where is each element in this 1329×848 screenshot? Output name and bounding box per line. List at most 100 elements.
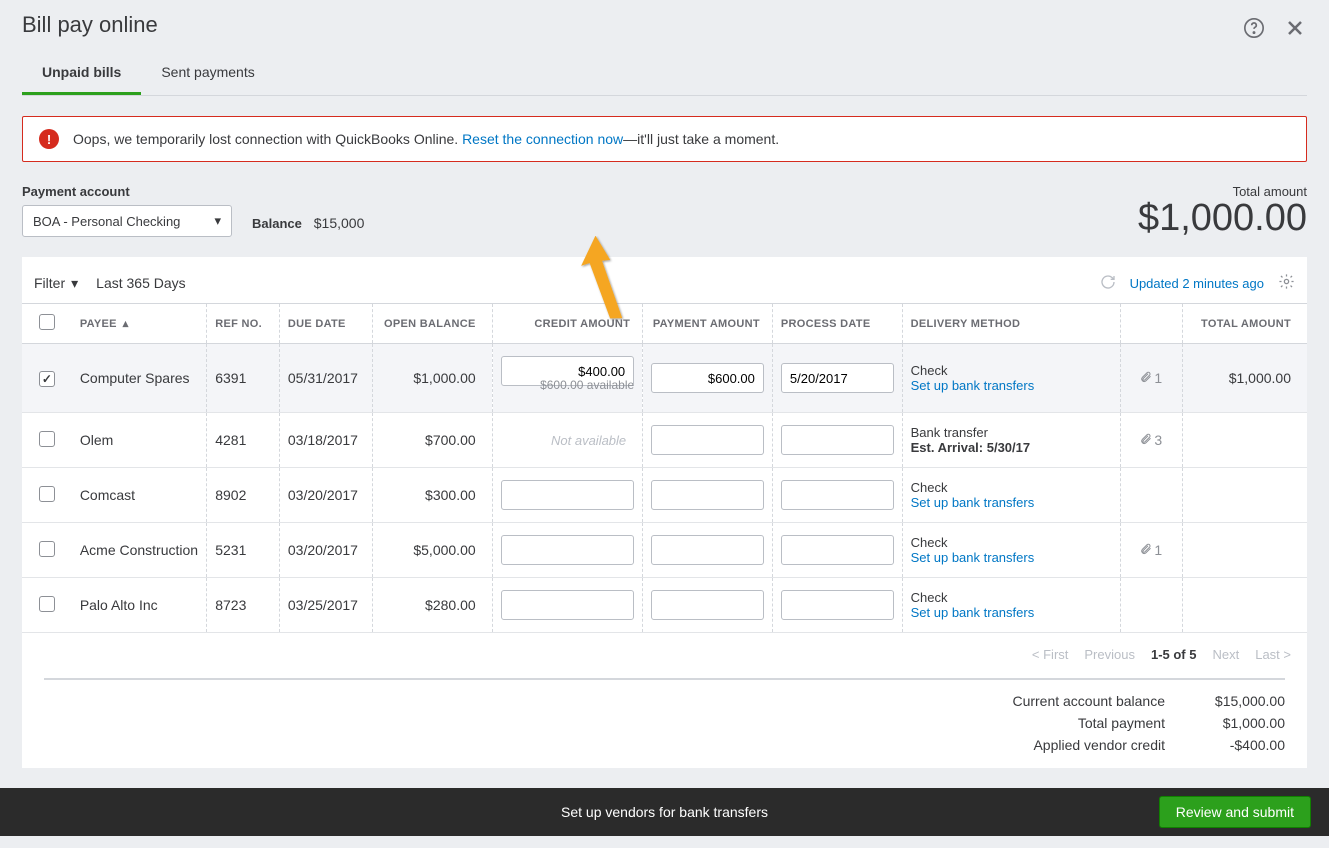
summary-payment-value: $1,000.00 (1195, 715, 1285, 731)
total-amount-cell: $1,000.00 (1182, 344, 1307, 413)
column-due-date[interactable]: DUE DATE (279, 304, 372, 344)
page-title: Bill pay online (22, 12, 1307, 38)
delivery-method-text: Bank transfer (911, 425, 1112, 440)
payment-amount-input[interactable] (651, 425, 764, 455)
gear-icon[interactable] (1278, 273, 1295, 293)
row-checkbox[interactable] (39, 431, 55, 447)
summary-credit-label: Applied vendor credit (1033, 737, 1165, 753)
setup-bank-transfers-link[interactable]: Set up bank transfers (911, 605, 1112, 620)
delivery-method-text: Check (911, 535, 1112, 550)
summary-balance-label: Current account balance (1012, 693, 1165, 709)
ref-cell: 4281 (207, 413, 280, 468)
setup-bank-transfers-link[interactable]: Set up bank transfers (911, 495, 1112, 510)
page-first[interactable]: < First (1032, 647, 1068, 662)
select-all-checkbox[interactable] (39, 314, 55, 330)
tab-unpaid-bills[interactable]: Unpaid bills (22, 54, 141, 95)
credit-amount-input[interactable] (501, 590, 635, 620)
attachment-indicator[interactable]: 1 (1140, 370, 1162, 387)
column-payment-amount[interactable]: PAYMENT AMOUNT (643, 304, 773, 344)
footer: Set up vendors for bank transfers Review… (0, 788, 1329, 836)
payee-cell: Comcast (72, 468, 207, 523)
due-date-cell: 03/20/2017 (279, 468, 372, 523)
open-balance-cell: $300.00 (373, 468, 492, 523)
payee-cell: Olem (72, 413, 207, 468)
table-row: Computer Spares639105/31/2017$1,000.00$6… (22, 344, 1307, 413)
summary-payment-label: Total payment (1078, 715, 1165, 731)
delivery-method-text: Check (911, 363, 1112, 378)
row-checkbox[interactable] (39, 486, 55, 502)
payee-cell: Palo Alto Inc (72, 578, 207, 633)
row-checkbox[interactable] (39, 541, 55, 557)
payment-amount-input[interactable] (651, 590, 764, 620)
tab-sent-payments[interactable]: Sent payments (141, 54, 274, 95)
filter-button[interactable]: Filter ▾ (34, 275, 78, 292)
refresh-icon[interactable] (1100, 274, 1116, 293)
help-icon[interactable] (1243, 17, 1265, 42)
credit-available: $600.00 available (540, 378, 634, 392)
alert-icon: ! (39, 129, 59, 149)
attachment-indicator[interactable]: 3 (1140, 432, 1162, 449)
review-submit-button[interactable]: Review and submit (1159, 796, 1311, 828)
page-range: 1-5 of 5 (1151, 647, 1197, 662)
payment-account-select[interactable]: BOA - Personal Checking ▾ (22, 205, 232, 237)
process-date-input[interactable] (781, 590, 894, 620)
paperclip-icon (1140, 542, 1152, 559)
summary-credit-value: -$400.00 (1195, 737, 1285, 753)
bills-table: PAYEE▴ REF NO. DUE DATE OPEN BALANCE CRE… (22, 303, 1307, 633)
open-balance-cell: $700.00 (373, 413, 492, 468)
payee-cell: Computer Spares (72, 344, 207, 413)
reset-connection-link[interactable]: Reset the connection now (462, 131, 623, 147)
filter-range: Last 365 Days (96, 275, 186, 291)
table-row: Acme Construction523103/20/2017$5,000.00… (22, 523, 1307, 578)
sort-asc-icon: ▴ (123, 317, 129, 330)
open-balance-cell: $280.00 (373, 578, 492, 633)
column-total-amount[interactable]: TOTAL AMOUNT (1182, 304, 1307, 344)
payee-cell: Acme Construction (72, 523, 207, 578)
alert-text: Oops, we temporarily lost connection wit… (73, 131, 779, 147)
due-date-cell: 03/18/2017 (279, 413, 372, 468)
row-checkbox[interactable] (39, 371, 55, 387)
page-next[interactable]: Next (1212, 647, 1239, 662)
chevron-down-icon: ▾ (71, 275, 78, 292)
due-date-cell: 03/25/2017 (279, 578, 372, 633)
column-open-balance[interactable]: OPEN BALANCE (373, 304, 492, 344)
page-prev[interactable]: Previous (1084, 647, 1135, 662)
process-date-input[interactable] (781, 480, 894, 510)
due-date-cell: 03/20/2017 (279, 523, 372, 578)
page-last[interactable]: Last > (1255, 647, 1291, 662)
credit-amount-input[interactable] (501, 535, 635, 565)
column-process-date[interactable]: PROCESS DATE (772, 304, 902, 344)
payment-amount-input[interactable] (651, 363, 764, 393)
close-icon[interactable] (1283, 16, 1307, 43)
total-amount-cell (1182, 523, 1307, 578)
paperclip-icon (1140, 370, 1152, 387)
delivery-method-text: Check (911, 590, 1112, 605)
column-payee[interactable]: PAYEE▴ (72, 304, 207, 344)
payment-amount-input[interactable] (651, 480, 764, 510)
process-date-input[interactable] (781, 425, 894, 455)
process-date-input[interactable] (781, 535, 894, 565)
due-date-cell: 05/31/2017 (279, 344, 372, 413)
table-row: Comcast890203/20/2017$300.00CheckSet up … (22, 468, 1307, 523)
credit-amount-input[interactable] (501, 480, 635, 510)
setup-bank-transfers-link[interactable]: Set up bank transfers (911, 378, 1112, 393)
setup-vendors-link[interactable]: Set up vendors for bank transfers (561, 804, 768, 820)
table-row: Palo Alto Inc872303/25/2017$280.00CheckS… (22, 578, 1307, 633)
balance-label: Balance (252, 216, 302, 231)
setup-bank-transfers-link[interactable]: Set up bank transfers (911, 550, 1112, 565)
balance-value: $15,000 (314, 215, 365, 231)
ref-cell: 6391 (207, 344, 280, 413)
ref-cell: 8902 (207, 468, 280, 523)
total-amount-cell (1182, 413, 1307, 468)
column-ref[interactable]: REF NO. (207, 304, 280, 344)
payment-amount-input[interactable] (651, 535, 764, 565)
process-date-input[interactable] (781, 363, 894, 393)
column-delivery-method[interactable]: DELIVERY METHOD (902, 304, 1120, 344)
chevron-down-icon: ▾ (214, 213, 221, 229)
row-checkbox[interactable] (39, 596, 55, 612)
delivery-est-arrival: Est. Arrival: 5/30/17 (911, 440, 1112, 455)
open-balance-cell: $1,000.00 (373, 344, 492, 413)
total-amount-cell (1182, 468, 1307, 523)
attachment-indicator[interactable]: 1 (1140, 542, 1162, 559)
total-amount-cell (1182, 578, 1307, 633)
